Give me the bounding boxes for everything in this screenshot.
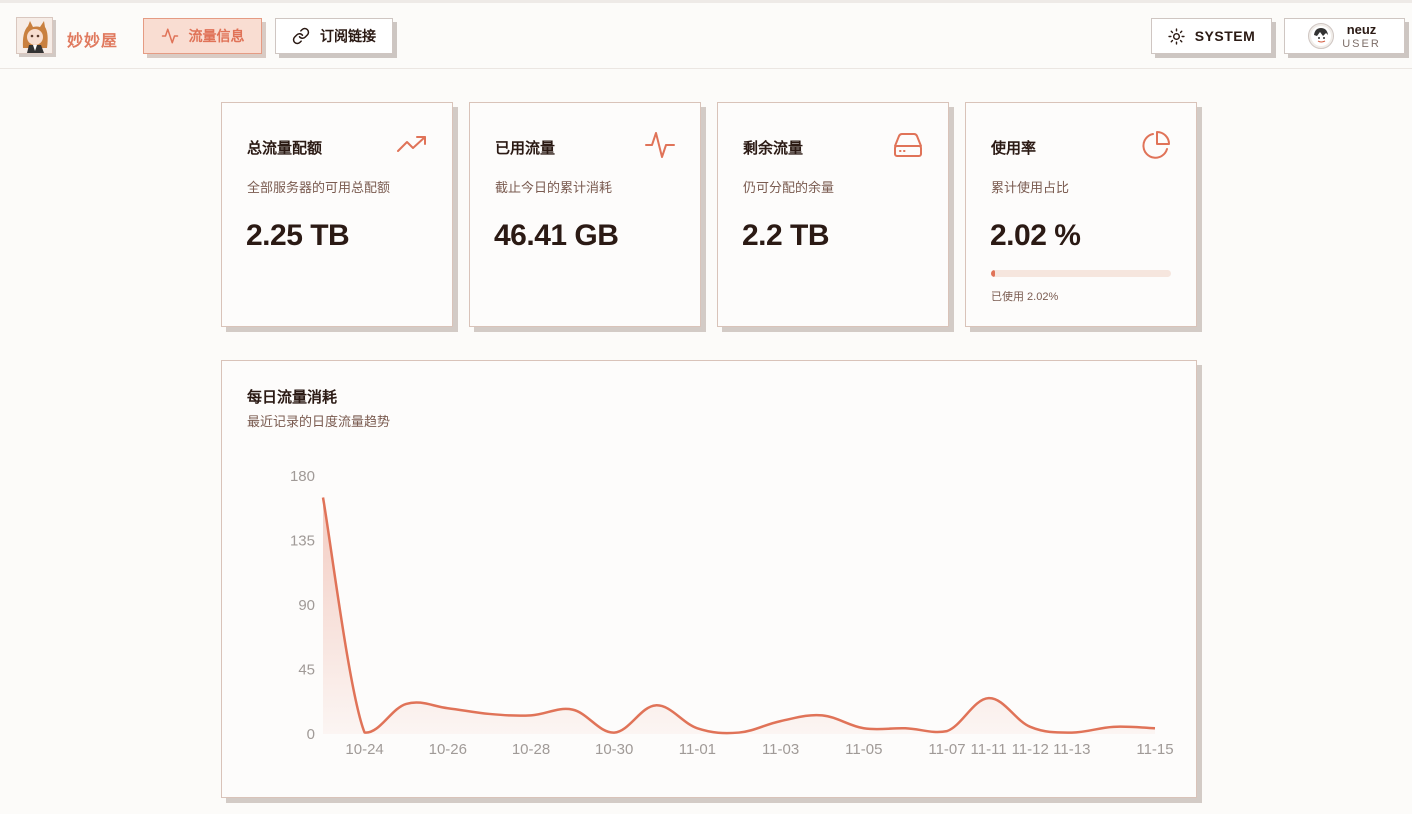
chart-data-point[interactable] <box>694 725 700 731</box>
chart-data-point[interactable] <box>1110 724 1116 730</box>
card-value: 2.02 % <box>990 219 1081 252</box>
chart-data-point[interactable] <box>902 725 908 731</box>
card-title: 已用流量 <box>495 140 556 157</box>
card-value: 2.25 TB <box>246 219 350 252</box>
card-value: 46.41 GB <box>494 219 619 252</box>
activity-icon <box>645 132 675 158</box>
chart-data-point[interactable] <box>861 725 867 731</box>
remaining-traffic-card: 剩余流量 仍可分配的余量 2.2 TB <box>717 102 949 327</box>
chart-data-point[interactable] <box>1069 730 1075 736</box>
daily-traffic-chart-card: 0 45 90 135 180 10-24 10-26 10-28 10-30 11-01 11-0… <box>221 360 1197 798</box>
card-title: 总流量配额 <box>247 140 323 157</box>
user-name: neuz <box>1346 21 1377 37</box>
user-role: USER <box>1342 37 1381 50</box>
trending-up-icon <box>397 136 426 152</box>
chart-series-line <box>321 497 1156 735</box>
card-description: 累计使用占比 <box>991 180 1070 195</box>
chart-data-point[interactable] <box>778 718 784 724</box>
total-quota-card: 总流量配额 全部服务器的可用总配额 2.25 TB <box>221 102 453 327</box>
chart-data-point[interactable] <box>320 495 326 501</box>
card-description: 截止今日的累计消耗 <box>495 180 613 195</box>
chart-data-point[interactable] <box>611 730 617 736</box>
x-tick-label: 11-11 <box>971 741 1007 758</box>
x-tick-label: 10-28 <box>512 741 550 758</box>
card-title: 剩余流量 <box>743 140 804 157</box>
chart-data-point[interactable] <box>736 730 742 736</box>
chart-data-point[interactable] <box>819 712 825 718</box>
nav-traffic-label: 流量信息 <box>188 28 245 44</box>
usage-progress-label: 已使用 2.02% <box>991 291 1059 303</box>
card-description: 全部服务器的可用总配额 <box>247 180 391 195</box>
user-menu-button[interactable]: neuz USER <box>1284 18 1405 54</box>
chart-subtitle: 最近记录的日度流量趋势 <box>247 414 391 429</box>
chart-data-point[interactable] <box>445 705 451 711</box>
y-tick-label: 135 <box>290 533 315 550</box>
card-title: 使用率 <box>991 140 1037 157</box>
x-tick-label: 11-15 <box>1136 741 1173 758</box>
y-tick-label: 45 <box>298 662 315 679</box>
app-header: 妙妙屋 流量信息 订阅链接 SYSTEM neuz USER <box>0 3 1412 69</box>
chart-data-point[interactable] <box>570 707 576 713</box>
nav-traffic-button[interactable]: 流量信息 <box>143 18 262 54</box>
x-tick-label: 11-03 <box>762 741 799 758</box>
brand-name: 妙妙屋 <box>67 33 119 50</box>
usage-rate-card: 使用率 累计使用占比 2.02 % 已使用 2.02% <box>965 102 1197 327</box>
sun-icon <box>1168 27 1185 45</box>
usage-progress-bar <box>991 270 1171 277</box>
chart-data-point[interactable] <box>653 702 659 708</box>
theme-toggle-label: SYSTEM <box>1194 28 1256 44</box>
chart-data-point[interactable] <box>1027 724 1033 730</box>
chart-data-point[interactable] <box>944 728 950 734</box>
user-avatar <box>1308 23 1335 49</box>
x-tick-label: 10-24 <box>345 741 383 758</box>
chart-title: 每日流量消耗 <box>247 389 338 406</box>
y-tick-label: 180 <box>290 468 315 485</box>
chart-data-point[interactable] <box>403 701 409 707</box>
card-value: 2.2 TB <box>742 219 830 252</box>
link-icon <box>292 27 310 45</box>
used-traffic-card: 已用流量 截止今日的累计消耗 46.41 GB <box>469 102 701 327</box>
chart-data-point[interactable] <box>528 712 534 718</box>
chart-data-point[interactable] <box>1152 725 1158 731</box>
chart-data-point[interactable] <box>362 730 368 736</box>
y-tick-label: 0 <box>307 726 315 743</box>
card-description: 仍可分配的余量 <box>743 180 835 195</box>
y-tick-label: 90 <box>298 597 315 614</box>
x-tick-label: 11-07 <box>928 741 965 758</box>
chart-data-point[interactable] <box>486 711 492 717</box>
pie-chart-icon <box>1142 131 1170 159</box>
hard-drive-icon <box>894 133 922 157</box>
activity-icon <box>161 28 178 44</box>
x-tick-label: 11-01 <box>679 741 716 758</box>
usage-progress-fill <box>991 270 995 277</box>
x-tick-label: 11-12 <box>1012 741 1049 758</box>
x-tick-label: 11-13 <box>1053 741 1090 758</box>
chart-data-point[interactable] <box>986 695 992 701</box>
brand-logo[interactable] <box>16 17 53 54</box>
x-tick-label: 10-26 <box>429 741 467 758</box>
chart-area-fill <box>323 497 1155 734</box>
theme-toggle-button[interactable]: SYSTEM <box>1151 18 1272 54</box>
x-tick-label: 11-05 <box>845 741 882 758</box>
nav-subscription-label: 订阅链接 <box>320 28 376 44</box>
nav-subscription-button[interactable]: 订阅链接 <box>275 18 393 54</box>
x-tick-label: 10-30 <box>595 741 633 758</box>
